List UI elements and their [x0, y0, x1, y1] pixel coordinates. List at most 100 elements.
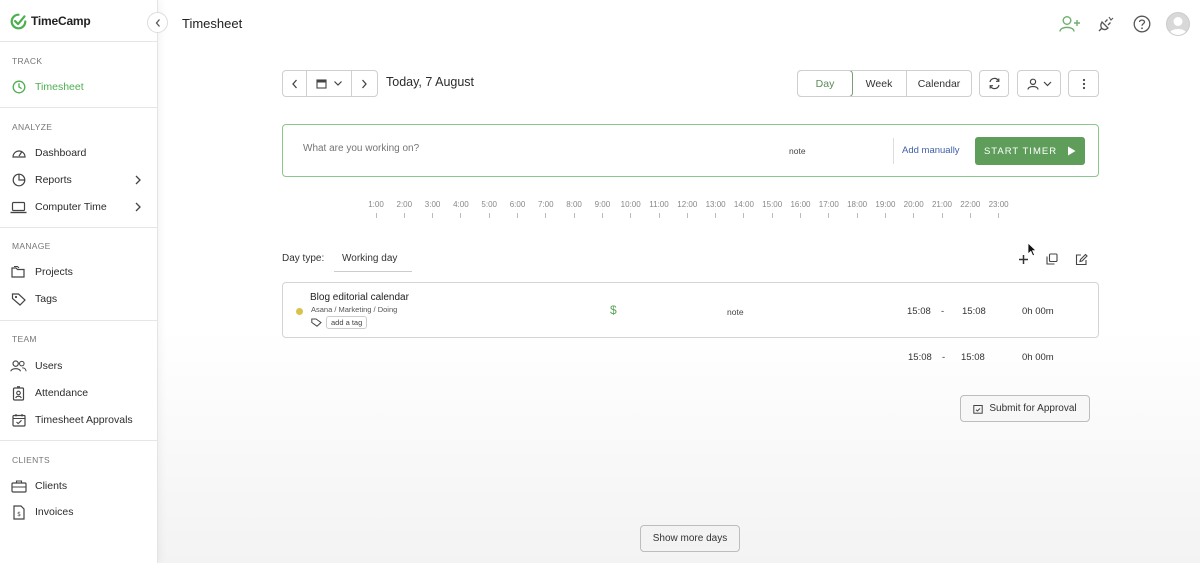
refresh-icon [988, 77, 1000, 90]
next-day-button[interactable] [352, 71, 377, 96]
task-name[interactable]: Blog editorial calendar [310, 292, 409, 303]
collapse-sidebar-button[interactable] [147, 12, 168, 33]
sidebar-item-dashboard[interactable]: Dashboard [10, 143, 148, 163]
sidebar-item-attendance[interactable]: Attendance [10, 383, 148, 403]
hour-tick [517, 213, 518, 218]
show-more-days-button[interactable]: Show more days [640, 525, 740, 552]
sidebar: TimeCamp TRACK Timesheet ANALYZE Dashboa… [0, 0, 158, 563]
timeline-hour: 12:00 [672, 200, 702, 218]
submit-for-approval-button[interactable]: Submit for Approval [960, 395, 1090, 422]
time-separator: - [941, 306, 945, 317]
timeline-hour: 14:00 [729, 200, 759, 218]
entry-start-time[interactable]: 15:08 [907, 306, 931, 317]
avatar[interactable] [1166, 12, 1190, 36]
sidebar-item-users[interactable]: Users [10, 356, 148, 376]
hour-tick [884, 213, 886, 218]
play-icon [1068, 146, 1076, 156]
tag-icon [311, 318, 322, 327]
hour-tick [488, 213, 490, 218]
hour-label: 3:00 [424, 200, 441, 209]
hour-label: 21:00 [931, 200, 953, 209]
hour-tick [969, 213, 971, 218]
sidebar-item-label: Timesheet [35, 81, 84, 93]
time-entry-row[interactable]: Blog editorial calendar Asana / Marketin… [282, 282, 1099, 338]
logo[interactable]: TimeCamp [10, 11, 91, 31]
entry-note[interactable]: note [727, 307, 744, 317]
help-icon[interactable] [1130, 12, 1154, 36]
day-type-select[interactable]: Working day [334, 248, 412, 272]
sidebar-item-projects[interactable]: Projects [10, 262, 148, 282]
sidebar-divider [0, 107, 158, 108]
chevron-right-icon [362, 79, 368, 88]
hour-tick [771, 213, 773, 218]
timeline-hour: 8:00 [559, 200, 589, 218]
hour-label: 7:00 [538, 200, 554, 209]
hour-label: 11:00 [649, 200, 669, 209]
hour-tick [630, 213, 632, 218]
add-user-icon[interactable] [1058, 12, 1082, 36]
hour-label: 17:00 [818, 200, 839, 209]
hour-tick [460, 213, 462, 218]
timeline-hour: 15:00 [757, 200, 787, 218]
timeline-hour: 1:00 [361, 200, 391, 218]
add-manually-link[interactable]: Add manually [902, 145, 960, 156]
calendar-icon [315, 79, 327, 89]
entry-duration[interactable]: 0h 00m [1022, 306, 1054, 317]
hour-label: 15:00 [762, 200, 783, 209]
header-actions [1058, 12, 1190, 36]
user-filter-button[interactable] [1017, 70, 1061, 97]
plug-icon[interactable] [1094, 12, 1118, 36]
divider [893, 138, 894, 164]
sidebar-item-reports[interactable]: Reports [10, 170, 148, 190]
sidebar-divider [0, 41, 158, 42]
date-picker-button[interactable] [307, 71, 352, 96]
task-path: Asana / Marketing / Doing [311, 305, 398, 314]
chevron-right-icon [135, 175, 141, 185]
sidebar-item-label: Timesheet Approvals [35, 414, 133, 426]
hour-label: 19:00 [875, 200, 896, 209]
tab-calendar[interactable]: Calendar [907, 71, 971, 96]
entry-end-time[interactable]: 15:08 [962, 306, 986, 317]
view-switcher: Day Week Calendar [797, 70, 972, 97]
sidebar-section-analyze: ANALYZE [12, 122, 53, 132]
hour-label: 16:00 [790, 200, 811, 209]
refresh-button[interactable] [979, 70, 1009, 97]
edit-icon [1075, 253, 1088, 265]
hour-tick [743, 213, 745, 218]
timecamp-logo-icon [10, 13, 27, 29]
tab-day[interactable]: Day [798, 71, 853, 96]
timeline-hour: 2:00 [389, 200, 419, 218]
sidebar-divider [0, 227, 158, 228]
user-icon [1026, 78, 1039, 90]
sidebar-item-clients[interactable]: Clients [10, 476, 148, 496]
sidebar-item-timesheet-approvals[interactable]: Timesheet Approvals [10, 410, 148, 430]
sidebar-item-label: Tags [35, 293, 58, 305]
note-field[interactable]: note [789, 146, 806, 156]
add-tag-button[interactable]: add a tag [326, 316, 368, 329]
tag-icon [10, 291, 27, 308]
sidebar-item-invoices[interactable]: $ Invoices [10, 502, 148, 522]
briefcase-icon [10, 478, 27, 495]
sidebar-item-computer-time[interactable]: Computer Time [10, 197, 148, 217]
hour-label: 6:00 [509, 200, 526, 209]
hour-label: 18:00 [847, 200, 868, 209]
sidebar-item-label: Users [35, 360, 63, 372]
timer-bar: note Add manually START TIMER [282, 124, 1099, 177]
start-timer-button[interactable]: START TIMER [975, 137, 1085, 165]
copy-entries-button[interactable] [1043, 250, 1061, 268]
more-options-button[interactable] [1068, 70, 1099, 97]
previous-day-button[interactable] [283, 71, 308, 96]
task-input[interactable] [303, 143, 703, 154]
laptop-icon [10, 199, 27, 216]
tab-week[interactable]: Week [852, 71, 907, 96]
billable-toggle[interactable]: $ [610, 303, 617, 317]
timeline-hour: 16:00 [786, 200, 816, 218]
calendar-check-icon [10, 412, 27, 429]
users-icon [10, 358, 27, 375]
sidebar-item-tags[interactable]: Tags [10, 289, 148, 309]
hour-label: 20:00 [903, 200, 924, 209]
hour-tick [686, 213, 688, 218]
edit-entries-button[interactable] [1072, 250, 1090, 268]
sidebar-item-timesheet[interactable]: Timesheet [10, 77, 148, 97]
hour-tick [913, 213, 915, 218]
